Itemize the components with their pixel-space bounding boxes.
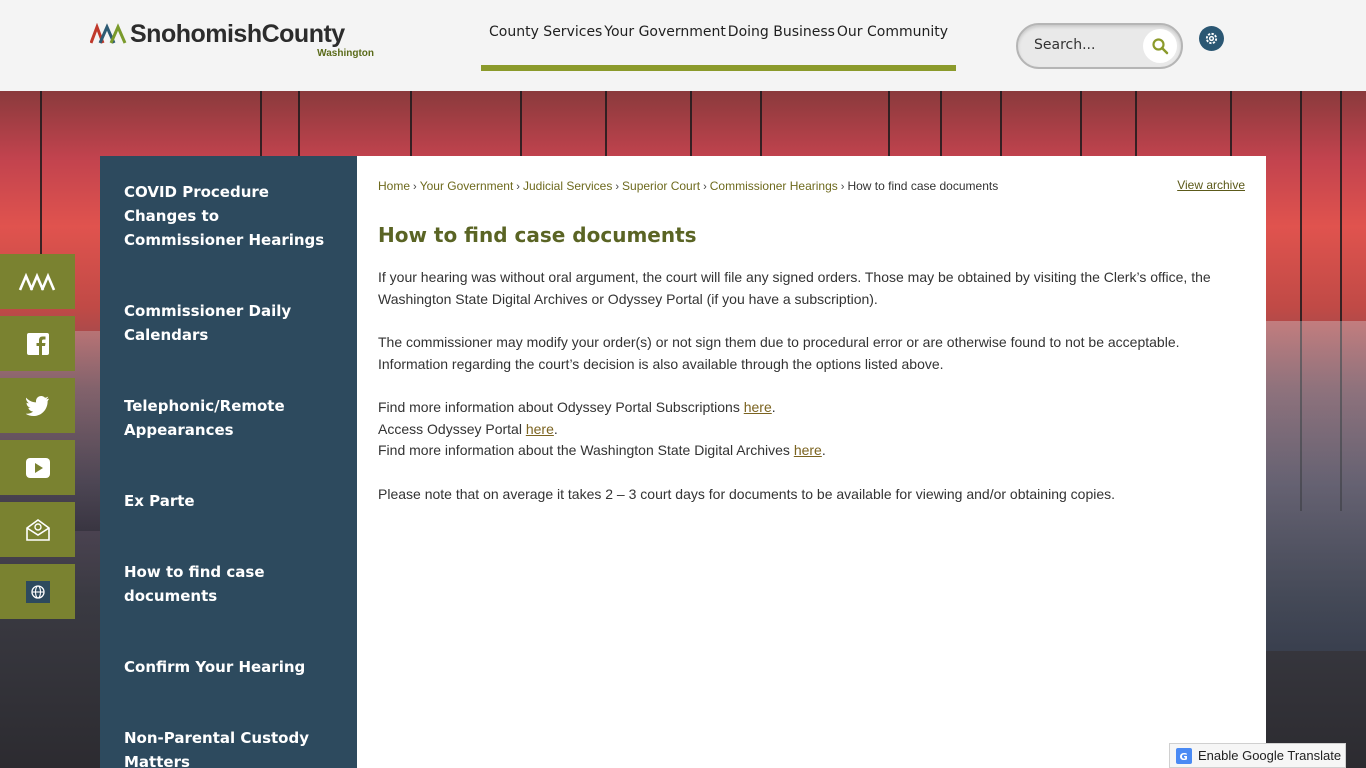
breadcrumb-judicial-services[interactable]: Judicial Services	[523, 179, 612, 193]
breadcrumb-commissioner-hearings[interactable]: Commissioner Hearings	[710, 179, 838, 193]
facebook-icon	[26, 332, 49, 355]
line-text: Access Odyssey Portal	[378, 420, 526, 437]
paragraph-digital-archives: Find more information about the Washingt…	[378, 440, 1248, 462]
social-bar	[0, 254, 75, 626]
search-button[interactable]	[1143, 29, 1177, 63]
breadcrumb-home[interactable]: Home	[378, 179, 410, 193]
paragraph-modify-orders: The commissioner may modify your order(s…	[378, 334, 1180, 372]
county-home-link[interactable]	[0, 254, 75, 309]
breadcrumb-separator: ›	[413, 181, 417, 193]
twitter-link[interactable]	[0, 378, 75, 433]
mast	[1080, 91, 1082, 161]
paragraph-signed-orders: If your hearing was without oral argumen…	[378, 269, 1211, 307]
paragraph-access-odyssey: Access Odyssey Portal here.	[378, 419, 1248, 441]
logo-subtitle: Washington	[317, 48, 374, 59]
mast	[690, 91, 692, 161]
sidebar-item-ex-parte[interactable]: Ex Parte	[124, 489, 334, 513]
page-body: If your hearing was without oral argumen…	[378, 267, 1248, 527]
main-nav: County Services Your Government Doing Bu…	[481, 14, 956, 71]
breadcrumb-current: How to find case documents	[847, 179, 999, 193]
nav-your-government[interactable]: Your Government	[604, 14, 726, 65]
mast	[1135, 91, 1137, 161]
search-icon	[1152, 38, 1169, 55]
breadcrumb-separator: ›	[615, 181, 620, 193]
nav-our-community[interactable]: Our Community	[837, 14, 948, 65]
mast	[1230, 91, 1232, 161]
google-translate-button[interactable]: G Enable Google Translate	[1169, 743, 1346, 768]
odyssey-subscriptions-link[interactable]: here	[744, 399, 772, 415]
breadcrumb-your-government[interactable]: Your Government	[420, 179, 514, 193]
breadcrumb-separator: ›	[516, 181, 520, 193]
breadcrumb-superior-court[interactable]: Superior Court	[622, 179, 700, 193]
breadcrumb-separator: ›	[840, 181, 845, 193]
sidebar-item-daily-calendars[interactable]: Commissioner Daily Calendars	[124, 299, 334, 347]
sidebar-item-covid-procedure[interactable]: COVID Procedure Changes to Commissioner …	[124, 180, 334, 252]
svg-text:G: G	[1180, 752, 1188, 763]
mast	[410, 91, 412, 161]
paragraph-odyssey-subscriptions: Find more information about Odyssey Port…	[378, 397, 1248, 419]
google-translate-icon: G	[1176, 747, 1192, 764]
mast	[298, 91, 300, 161]
county-logo-icon	[18, 272, 55, 291]
county-logo-icon	[90, 23, 127, 44]
sidebar-item-find-documents[interactable]: How to find case documents	[124, 560, 334, 608]
email-link[interactable]	[0, 502, 75, 557]
mast	[888, 91, 890, 161]
mast	[940, 91, 942, 161]
translate-globe-icon	[25, 580, 50, 603]
sidebar-item-confirm-hearing[interactable]: Confirm Your Hearing	[124, 655, 334, 679]
sidebar-item-telephonic[interactable]: Telephonic/Remote Appearances	[124, 394, 334, 442]
paragraph-court-days-note: Please note that on average it takes 2 –…	[378, 485, 1116, 502]
search-input[interactable]	[1034, 37, 1134, 53]
line-text: Find more information about the Washingt…	[378, 442, 794, 458]
mast	[605, 91, 607, 161]
side-navigation: COVID Procedure Changes to Commissioner …	[100, 156, 357, 768]
view-archive-link[interactable]: View archive	[1177, 178, 1245, 192]
line-text: Find more information about Odyssey Port…	[378, 399, 744, 415]
period: .	[553, 420, 558, 437]
google-translate-label: Enable Google Translate	[1198, 748, 1342, 763]
page-title: How to find case documents	[378, 223, 697, 247]
mast	[520, 91, 522, 161]
sidebar-item-non-parental-custody[interactable]: Non-Parental Custody Matters	[124, 726, 334, 768]
settings-button[interactable]	[1199, 26, 1224, 51]
boat-image	[1266, 321, 1366, 651]
translate-link[interactable]	[0, 564, 75, 619]
facebook-link[interactable]	[0, 316, 75, 371]
county-logo[interactable]: SnohomishCounty Washington	[90, 20, 380, 64]
period: .	[771, 399, 776, 415]
breadcrumb-separator: ›	[703, 181, 707, 193]
nav-doing-business[interactable]: Doing Business	[728, 14, 835, 65]
twitter-icon	[25, 395, 49, 416]
search-box	[1016, 23, 1183, 69]
period: .	[821, 442, 826, 458]
nav-county-services[interactable]: County Services	[489, 14, 602, 65]
digital-archives-link[interactable]: here	[794, 442, 822, 458]
odyssey-portal-link[interactable]: here	[526, 421, 554, 437]
youtube-icon	[25, 457, 50, 478]
site-header: SnohomishCounty Washington County Servic…	[0, 0, 1366, 91]
mast	[1000, 91, 1002, 161]
email-icon	[25, 518, 50, 541]
mast	[760, 91, 762, 161]
gear-icon	[1205, 32, 1218, 45]
breadcrumb: Home › Your Government › Judicial Services › S…	[378, 179, 998, 193]
youtube-link[interactable]	[0, 440, 75, 495]
main-content: Home › Your Government › Judicial Services › S…	[357, 156, 1266, 768]
logo-name: SnohomishCounty	[130, 20, 345, 48]
mast	[260, 91, 262, 161]
